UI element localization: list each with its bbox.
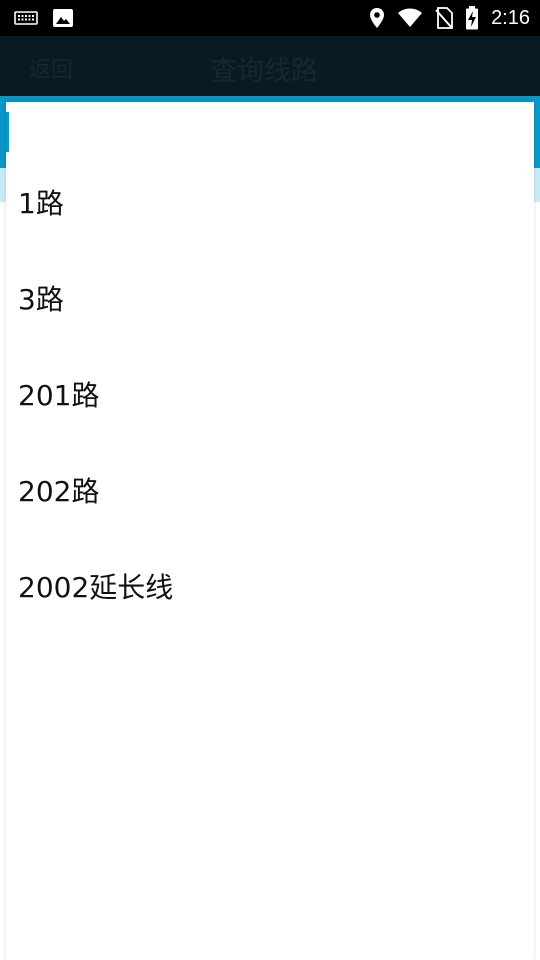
route-dropdown-popup: 1路 3路 201路 202路 2002延长线 bbox=[6, 102, 534, 960]
status-time: 2:16 bbox=[491, 6, 530, 29]
image-icon bbox=[52, 8, 74, 28]
battery-charging-icon bbox=[465, 6, 479, 30]
list-item[interactable]: 1路 bbox=[6, 154, 534, 250]
status-right: 2:16 bbox=[369, 0, 530, 36]
input-edge-indicator bbox=[6, 112, 9, 152]
route-list: 1路 3路 201路 202路 2002延长线 bbox=[6, 154, 534, 634]
list-item[interactable]: 2002延长线 bbox=[6, 538, 534, 634]
status-left bbox=[14, 0, 74, 36]
list-item[interactable]: 201路 bbox=[6, 346, 534, 442]
list-item[interactable]: 202路 bbox=[6, 442, 534, 538]
page-title: 查询线路 bbox=[210, 56, 318, 87]
route-label: 2002延长线 bbox=[18, 571, 174, 604]
route-label: 1路 bbox=[18, 187, 64, 220]
location-icon bbox=[369, 7, 385, 29]
route-label: 202路 bbox=[18, 475, 100, 508]
keyboard-icon bbox=[14, 10, 38, 26]
back-button[interactable]: 返回 bbox=[29, 36, 73, 96]
status-bar: 2:16 bbox=[0, 0, 540, 36]
list-item[interactable]: 3路 bbox=[6, 250, 534, 346]
no-sim-icon bbox=[435, 7, 453, 29]
route-label: 201路 bbox=[18, 379, 100, 412]
title-bar: 返回 查询线路 bbox=[0, 36, 540, 96]
route-label: 3路 bbox=[18, 283, 64, 316]
wifi-icon bbox=[397, 8, 423, 28]
screen: 2:16 返回 查询线路 1路 3路 201路 202路 2002延长线 bbox=[0, 0, 540, 960]
